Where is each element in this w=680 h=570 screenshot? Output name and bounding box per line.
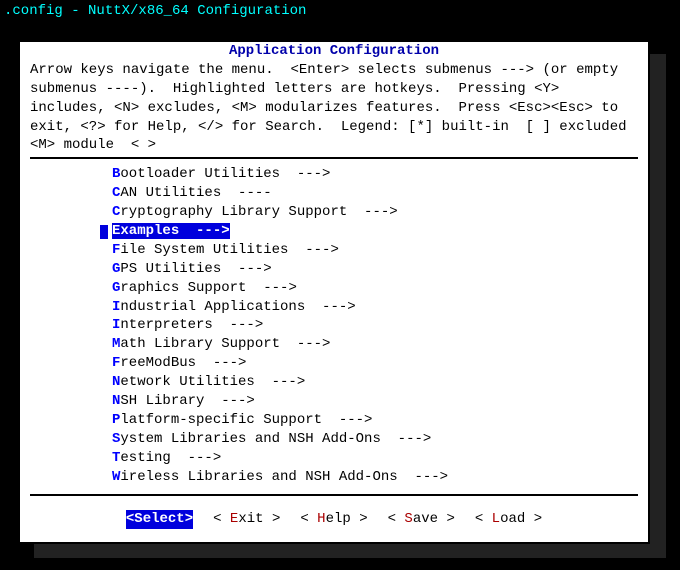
menu-item-platform-specific-support[interactable]: Platform-specific Support ---> [100, 411, 638, 430]
submenu-arrow-icon: ---- [221, 185, 271, 201]
menu-item-examples[interactable]: Examples ---> [100, 222, 638, 241]
menu-item-interpreters[interactable]: Interpreters ---> [100, 316, 638, 335]
menu-item-file-system-utilities[interactable]: File System Utilities ---> [100, 241, 638, 260]
submenu-arrow-icon: ---> [179, 223, 229, 239]
menu-item-label: reeModBus [120, 355, 196, 371]
menu-item-label: ndustrial Applications [120, 299, 305, 315]
menu-item-wireless-libraries-and-nsh-add-ons[interactable]: Wireless Libraries and NSH Add-Ons ---> [100, 468, 638, 487]
help-text: Arrow keys navigate the menu. <Enter> se… [30, 61, 638, 155]
select-button[interactable]: <Select> [126, 510, 193, 529]
button-bar: <Select> < Exit > < Help > < Save > < Load > [30, 510, 638, 529]
menu-item-label: raphics Support [120, 280, 246, 296]
menu-item-label: latform-specific Support [120, 412, 322, 428]
submenu-arrow-icon: ---> [246, 280, 296, 296]
submenu-arrow-icon: ---> [288, 242, 338, 258]
dialog-title: Application Configuration [30, 42, 638, 61]
menu-item-math-library-support[interactable]: Math Library Support ---> [100, 335, 638, 354]
menu-item-label: esting [120, 450, 170, 466]
submenu-arrow-icon: ---> [381, 431, 431, 447]
menu-item-label: ryptography Library Support [120, 204, 347, 220]
submenu-arrow-icon: ---> [398, 469, 448, 485]
menu-item-graphics-support[interactable]: Graphics Support ---> [100, 279, 638, 298]
menu-item-system-libraries-and-nsh-add-ons[interactable]: System Libraries and NSH Add-Ons ---> [100, 430, 638, 449]
menu-item-nsh-library[interactable]: NSH Library ---> [100, 392, 638, 411]
submenu-arrow-icon: ---> [280, 166, 330, 182]
selection-marker [100, 225, 108, 239]
menu-item-label: SH Library [120, 393, 204, 409]
menu-item-label: ootloader Utilities [120, 166, 280, 182]
config-dialog: Application Configuration Arrow keys nav… [18, 40, 650, 544]
load-button[interactable]: < Load > [475, 510, 542, 529]
separator [30, 494, 638, 496]
menu-item-label: etwork Utilities [120, 374, 254, 390]
submenu-arrow-icon: ---> [204, 393, 254, 409]
menu-list: Bootloader Utilities --->CAN Utilities -… [30, 165, 638, 486]
menu-item-can-utilities[interactable]: CAN Utilities ---- [100, 184, 638, 203]
menu-item-network-utilities[interactable]: Network Utilities ---> [100, 373, 638, 392]
save-button[interactable]: < Save > [388, 510, 455, 529]
submenu-arrow-icon: ---> [347, 204, 397, 220]
submenu-arrow-icon: ---> [213, 317, 263, 333]
submenu-arrow-icon: ---> [255, 374, 305, 390]
menu-item-label: AN Utilities [120, 185, 221, 201]
menu-item-testing[interactable]: Testing ---> [100, 449, 638, 468]
exit-button[interactable]: < Exit > [213, 510, 280, 529]
help-button[interactable]: < Help > [300, 510, 367, 529]
menu-item-label: ystem Libraries and NSH Add-Ons [120, 431, 380, 447]
menu-item-industrial-applications[interactable]: Industrial Applications ---> [100, 298, 638, 317]
submenu-arrow-icon: ---> [196, 355, 246, 371]
menu-item-label: PS Utilities [120, 261, 221, 277]
menu-item-label: ireless Libraries and NSH Add-Ons [120, 469, 397, 485]
menu-item-label: xamples [120, 223, 179, 239]
separator [30, 157, 638, 159]
submenu-arrow-icon: ---> [322, 412, 372, 428]
menu-item-gps-utilities[interactable]: GPS Utilities ---> [100, 260, 638, 279]
menu-item-bootloader-utilities[interactable]: Bootloader Utilities ---> [100, 165, 638, 184]
submenu-arrow-icon: ---> [280, 336, 330, 352]
menu-item-freemodbus[interactable]: FreeModBus ---> [100, 354, 638, 373]
submenu-arrow-icon: ---> [171, 450, 221, 466]
menu-item-label: ile System Utilities [120, 242, 288, 258]
menu-item-cryptography-library-support[interactable]: Cryptography Library Support ---> [100, 203, 638, 222]
menu-item-label: nterpreters [120, 317, 212, 333]
window-title: .config - NuttX/x86_64 Configuration [0, 0, 680, 23]
submenu-arrow-icon: ---> [305, 299, 355, 315]
submenu-arrow-icon: ---> [221, 261, 271, 277]
menu-item-label: ath Library Support [120, 336, 280, 352]
